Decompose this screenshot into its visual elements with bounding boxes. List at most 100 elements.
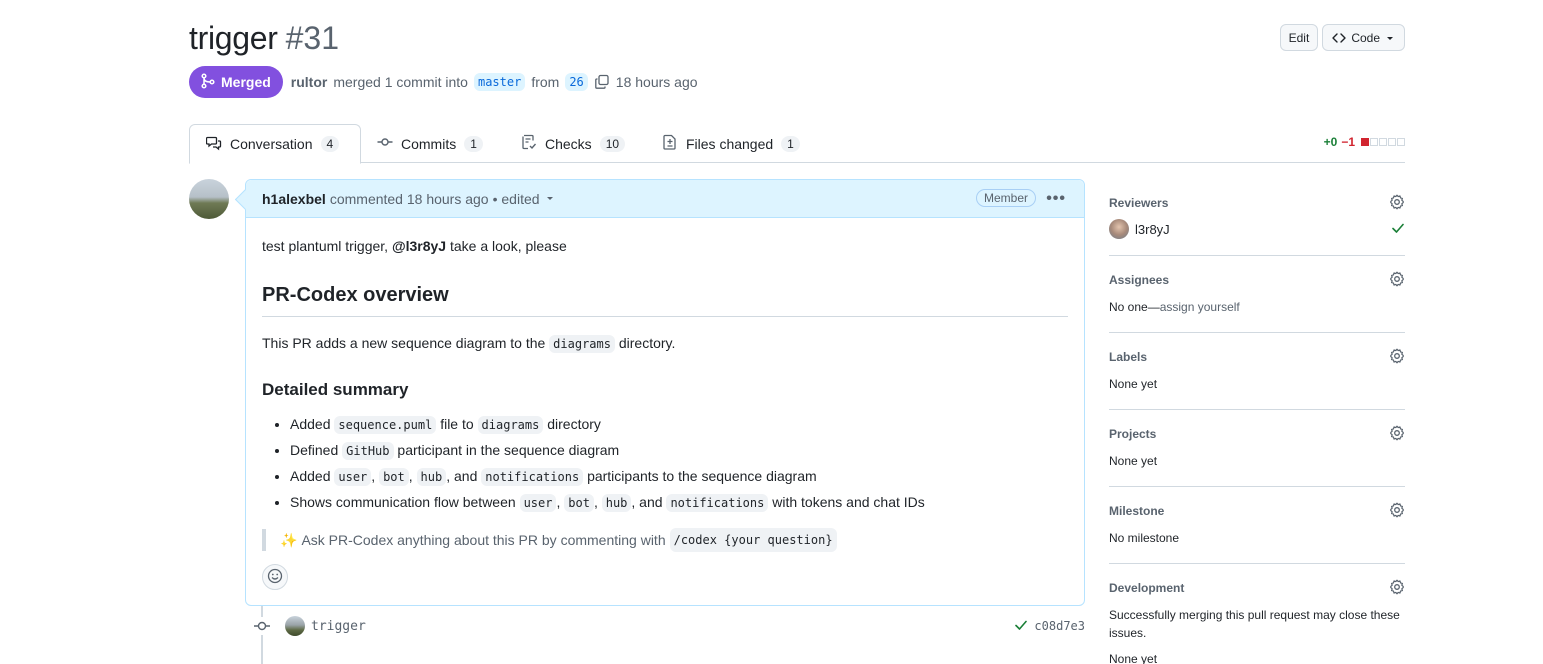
head-branch[interactable]: 26 bbox=[565, 73, 588, 91]
commit-status: c08d7e3 bbox=[1014, 618, 1085, 635]
intro-paragraph: test plantuml trigger, @l3r8yJ take a lo… bbox=[262, 236, 1068, 256]
tab-count: 4 bbox=[320, 136, 340, 152]
tab-label: Conversation bbox=[230, 136, 313, 152]
comment-body: test plantuml trigger, @l3r8yJ take a lo… bbox=[246, 218, 1084, 552]
inline-code: diagrams bbox=[477, 416, 544, 434]
pr-meta: Merged rultor merged 1 commit into maste… bbox=[189, 66, 698, 98]
git-merge-icon bbox=[201, 72, 215, 92]
text: , and bbox=[446, 468, 478, 484]
git-commit-icon bbox=[377, 134, 393, 153]
summary-heading: Detailed summary bbox=[262, 380, 409, 399]
comment-author-avatar[interactable] bbox=[189, 179, 229, 219]
assignees-none: No one— bbox=[1109, 300, 1160, 314]
edited-dropdown[interactable]: • edited bbox=[493, 191, 556, 207]
list-item: Defined GitHub participant in the sequen… bbox=[290, 440, 1068, 461]
inline-code: GitHub bbox=[342, 442, 394, 460]
commit-message-link[interactable]: trigger bbox=[311, 619, 366, 634]
text: participant in the sequence diagram bbox=[397, 442, 620, 458]
file-diff-icon bbox=[662, 134, 678, 153]
text: Defined bbox=[290, 442, 339, 458]
tab-commits[interactable]: Commits 1 bbox=[361, 124, 499, 163]
gear-icon[interactable] bbox=[1389, 425, 1405, 444]
pr-title-row: trigger #31 bbox=[189, 20, 339, 60]
inline-code: bot bbox=[564, 494, 594, 512]
commit-sha-link[interactable]: c08d7e3 bbox=[1034, 619, 1085, 633]
overview-paragraph: This PR adds a new sequence diagram to t… bbox=[262, 333, 1068, 354]
assignees-value: No one—assign yourself bbox=[1109, 298, 1405, 316]
pr-description-comment: h1alexbel commented 18 hours ago • edite… bbox=[245, 179, 1085, 606]
sparkles-icon: ✨ bbox=[280, 532, 298, 548]
inline-code: notifications bbox=[666, 494, 769, 512]
add-reaction-button[interactable] bbox=[262, 564, 288, 590]
gear-icon[interactable] bbox=[1389, 348, 1405, 367]
sidebar-title: Labels bbox=[1109, 350, 1148, 364]
commit-author-avatar[interactable] bbox=[285, 616, 305, 636]
milestone-value: No milestone bbox=[1109, 531, 1180, 545]
comment-author-link[interactable]: h1alexbel bbox=[262, 191, 326, 207]
gear-icon[interactable] bbox=[1389, 579, 1405, 598]
labels-value: None yet bbox=[1109, 377, 1158, 391]
code-icon bbox=[1331, 30, 1347, 46]
pull-request-page: trigger #31 Edit Code Merged rultor merg… bbox=[189, 0, 1405, 664]
text: file to bbox=[440, 416, 474, 432]
sidebar-milestone: Milestone No milestone bbox=[1109, 487, 1405, 564]
development-value-2: None yet bbox=[1109, 652, 1158, 664]
code-button[interactable]: Code bbox=[1322, 24, 1405, 51]
reviewer-row[interactable]: l3r8yJ bbox=[1109, 219, 1405, 239]
inline-code: user bbox=[334, 468, 372, 486]
tab-label: Commits bbox=[401, 135, 457, 152]
header-actions: Edit Code bbox=[1279, 24, 1405, 51]
projects-value: None yet bbox=[1109, 454, 1158, 468]
sidebar-labels: Labels None yet bbox=[1109, 333, 1405, 410]
text: Shows communication flow between bbox=[290, 494, 516, 510]
merged-state-badge: Merged bbox=[189, 66, 283, 98]
sidebar-title: Development bbox=[1109, 581, 1185, 595]
text: with tokens and chat IDs bbox=[772, 494, 925, 510]
text: participants to the sequence diagram bbox=[587, 468, 817, 484]
tab-conversation[interactable]: Conversation 4 bbox=[189, 124, 361, 164]
check-icon[interactable] bbox=[1014, 618, 1028, 635]
pr-number: #31 bbox=[285, 20, 339, 56]
sidebar-title: Projects bbox=[1109, 427, 1157, 441]
mention-link[interactable]: @l3r8yJ bbox=[392, 238, 446, 254]
kebab-horizontal-icon[interactable]: ••• bbox=[1046, 190, 1066, 208]
overview-text: This PR adds a new sequence diagram to t… bbox=[262, 335, 546, 351]
comment-header: h1alexbel commented 18 hours ago • edite… bbox=[246, 180, 1084, 218]
text: Added bbox=[290, 416, 331, 432]
edited-label: • edited bbox=[492, 190, 540, 207]
gear-icon[interactable] bbox=[1389, 271, 1405, 290]
intro-text: test plantuml trigger, bbox=[262, 238, 389, 254]
merge-author-link[interactable]: rultor bbox=[291, 74, 328, 90]
merge-text: merged 1 commit into bbox=[333, 74, 468, 90]
copy-icon[interactable] bbox=[594, 74, 610, 90]
list-item: Added sequence.puml file to diagrams dir… bbox=[290, 414, 1068, 435]
gear-icon[interactable] bbox=[1389, 194, 1405, 213]
tab-label: Files changed bbox=[686, 135, 774, 152]
check-icon bbox=[1391, 221, 1405, 238]
inline-code: hub bbox=[601, 494, 632, 512]
caret-down-icon bbox=[1384, 32, 1396, 44]
gear-icon[interactable] bbox=[1389, 502, 1405, 521]
tab-label: Checks bbox=[545, 135, 592, 152]
reviewer-avatar bbox=[1109, 219, 1129, 239]
merge-time: 18 hours ago bbox=[615, 74, 698, 90]
edit-button[interactable]: Edit bbox=[1279, 24, 1319, 51]
development-value: Successfully merging this pull request m… bbox=[1109, 608, 1400, 640]
tab-files-changed[interactable]: Files changed 1 bbox=[646, 124, 816, 163]
timeline-commit: trigger c08d7e3 bbox=[253, 614, 1085, 638]
comment-action: commented 18 hours ago bbox=[329, 190, 489, 207]
assign-yourself-link[interactable]: assign yourself bbox=[1160, 300, 1240, 314]
intro-tail: take a look, please bbox=[449, 238, 567, 254]
reviewer-name[interactable]: l3r8yJ bbox=[1135, 222, 1170, 237]
from-text: from bbox=[531, 74, 560, 90]
checklist-icon bbox=[521, 134, 537, 153]
base-branch[interactable]: master bbox=[473, 73, 526, 91]
comment-discussion-icon bbox=[205, 135, 222, 154]
smiley-icon bbox=[267, 568, 283, 587]
tab-count: 1 bbox=[464, 135, 483, 152]
sidebar-title: Milestone bbox=[1109, 504, 1165, 518]
state-label: Merged bbox=[221, 74, 271, 90]
summary-list: Added sequence.puml file to diagrams dir… bbox=[262, 414, 1068, 513]
tab-checks[interactable]: Checks 10 bbox=[505, 124, 641, 163]
tab-count: 10 bbox=[599, 135, 626, 152]
